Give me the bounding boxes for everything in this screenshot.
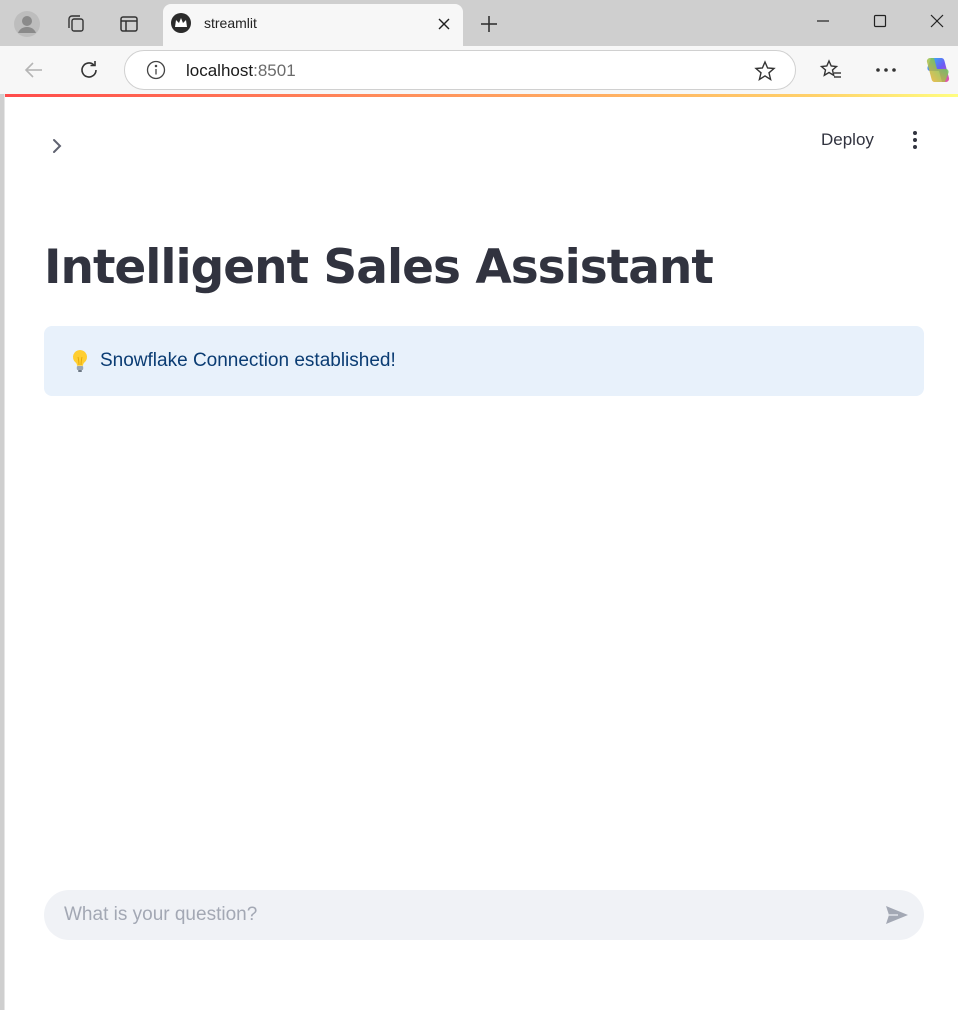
tab-title: streamlit — [204, 15, 257, 31]
close-icon — [930, 14, 944, 28]
plus-icon — [481, 16, 497, 32]
favorites-list-icon — [819, 59, 841, 78]
reload-button[interactable] — [71, 52, 107, 88]
more-horizontal-icon — [876, 68, 896, 72]
minimize-icon — [817, 20, 829, 22]
chat-input[interactable] — [64, 890, 854, 940]
profile-icon — [14, 11, 40, 37]
tab-close-icon[interactable] — [433, 13, 455, 35]
streamlit-favicon-icon — [171, 13, 191, 33]
more-vertical-icon — [913, 131, 917, 149]
sidebar-expand-button[interactable] — [45, 134, 69, 158]
browser-menu-button[interactable] — [868, 52, 904, 88]
favorite-star-icon[interactable] — [753, 59, 777, 83]
streamlit-app: Deploy Intelligent Sales Assistant Snowf… — [4, 94, 958, 1010]
workspaces-button[interactable] — [58, 6, 94, 42]
lightbulb-icon — [68, 349, 92, 373]
minimize-button[interactable] — [800, 6, 846, 36]
tab-actions-icon — [120, 16, 138, 32]
tab-actions-button[interactable] — [111, 6, 147, 42]
copilot-icon[interactable] — [922, 54, 954, 86]
browser-tab-strip: streamlit — [0, 0, 958, 46]
close-window-button[interactable] — [914, 6, 958, 36]
chevron-right-icon — [53, 139, 62, 153]
browser-toolbar: localhost:8501 — [0, 46, 958, 94]
send-icon — [886, 906, 908, 924]
maximize-button[interactable] — [857, 6, 903, 36]
back-button[interactable] — [16, 52, 52, 88]
chat-input-container — [44, 890, 924, 940]
decoration-bar — [5, 94, 958, 97]
main-menu-button[interactable] — [903, 128, 927, 152]
tab-streamlit[interactable]: streamlit — [163, 4, 463, 46]
profile-avatar[interactable] — [9, 6, 45, 42]
send-button[interactable] — [884, 903, 910, 927]
address-bar[interactable]: localhost:8501 — [124, 50, 796, 90]
url-port: :8501 — [253, 61, 296, 80]
deploy-button[interactable]: Deploy — [821, 128, 874, 152]
page-title: Intelligent Sales Assistant — [44, 240, 714, 295]
arrow-left-icon — [24, 62, 42, 78]
site-info-icon[interactable] — [145, 59, 167, 81]
reload-icon — [81, 61, 97, 78]
favorites-button[interactable] — [813, 52, 849, 88]
alert-message: Snowflake Connection established! — [100, 350, 396, 371]
maximize-icon — [873, 14, 887, 28]
info-alert: Snowflake Connection established! — [44, 326, 924, 396]
url-host: localhost — [186, 61, 254, 80]
address-url: localhost:8501 — [186, 61, 296, 81]
new-tab-button[interactable] — [473, 8, 505, 40]
workspaces-icon — [68, 15, 84, 32]
